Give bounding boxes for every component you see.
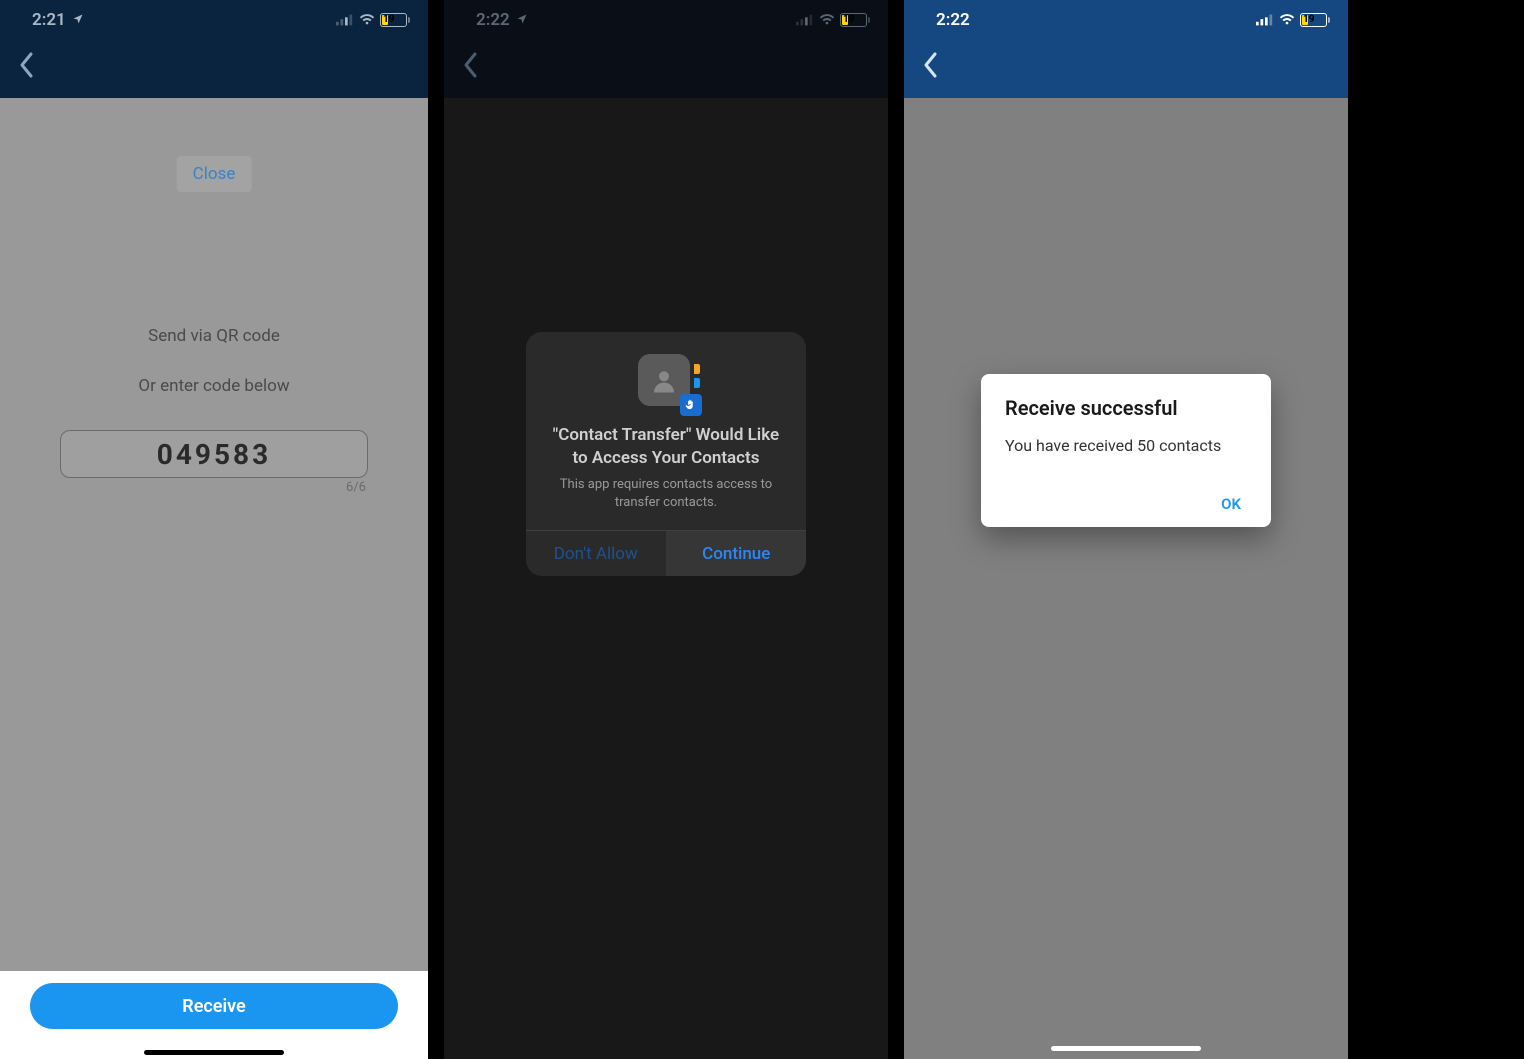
status-bar: 2:22 19 <box>904 0 1348 36</box>
dont-allow-button[interactable]: Don't Allow <box>526 531 667 576</box>
back-icon[interactable] <box>462 51 480 83</box>
close-button[interactable]: Close <box>177 156 252 192</box>
home-indicator <box>1051 1046 1201 1051</box>
ok-button[interactable]: OK <box>1005 495 1247 513</box>
screen-receive-code: 2:21 19 Close Send via QR code Or enter … <box>0 0 428 1059</box>
cellular-signal-icon <box>336 11 354 30</box>
permission-message: This app requires contacts access to tra… <box>526 470 806 530</box>
permission-dialog: "Contact Transfer" Would Like to Access … <box>526 332 806 576</box>
code-input[interactable]: 049583 <box>60 430 368 478</box>
back-icon[interactable] <box>18 51 36 83</box>
enter-code-label: Or enter code below <box>0 376 428 396</box>
status-bar: 2:22 19 <box>444 0 888 36</box>
receive-button[interactable]: Receive <box>30 983 398 1029</box>
cellular-signal-icon <box>1256 11 1274 30</box>
app-icon <box>638 354 694 410</box>
nav-bar <box>444 36 888 98</box>
cellular-signal-icon <box>796 11 814 30</box>
content-area: Close Send via QR code Or enter code bel… <box>0 98 428 1059</box>
success-dialog: Receive successful You have received 50 … <box>981 374 1271 527</box>
send-qr-label: Send via QR code <box>0 326 428 346</box>
home-indicator <box>144 1050 284 1055</box>
tab-stripe-icon <box>694 378 700 388</box>
back-icon[interactable] <box>922 51 940 83</box>
screen-receive-success: 2:22 19 Receive successful You have rece… <box>904 0 1348 1059</box>
location-icon <box>516 10 528 30</box>
success-message: You have received 50 contacts <box>1005 436 1247 455</box>
wifi-icon <box>1278 11 1296 30</box>
wifi-icon <box>358 11 376 30</box>
wifi-icon <box>818 11 836 30</box>
hand-icon <box>680 394 702 416</box>
status-time: 2:22 <box>936 10 970 30</box>
status-bar: 2:21 19 <box>0 0 428 36</box>
battery-icon: 19 <box>1300 13 1330 27</box>
battery-icon: 19 <box>380 13 410 27</box>
code-counter: 6/6 <box>346 480 366 495</box>
nav-bar <box>0 36 428 98</box>
status-time: 2:22 <box>476 10 510 30</box>
status-time: 2:21 <box>32 10 66 30</box>
battery-icon: 19 <box>840 13 870 27</box>
location-icon <box>72 10 84 30</box>
tab-stripe-icon <box>694 364 700 374</box>
success-title: Receive successful <box>1005 396 1247 420</box>
permission-buttons: Don't Allow Continue <box>526 530 806 576</box>
nav-bar <box>904 36 1348 98</box>
bottom-panel: Receive <box>0 971 428 1059</box>
content-area: Receive successful You have received 50 … <box>904 98 1348 1059</box>
continue-button[interactable]: Continue <box>667 531 807 576</box>
content-area: "Contact Transfer" Would Like to Access … <box>444 98 888 1059</box>
screen-permission-prompt: 2:22 19 <box>444 0 888 1059</box>
permission-title: "Contact Transfer" Would Like to Access … <box>526 424 806 470</box>
